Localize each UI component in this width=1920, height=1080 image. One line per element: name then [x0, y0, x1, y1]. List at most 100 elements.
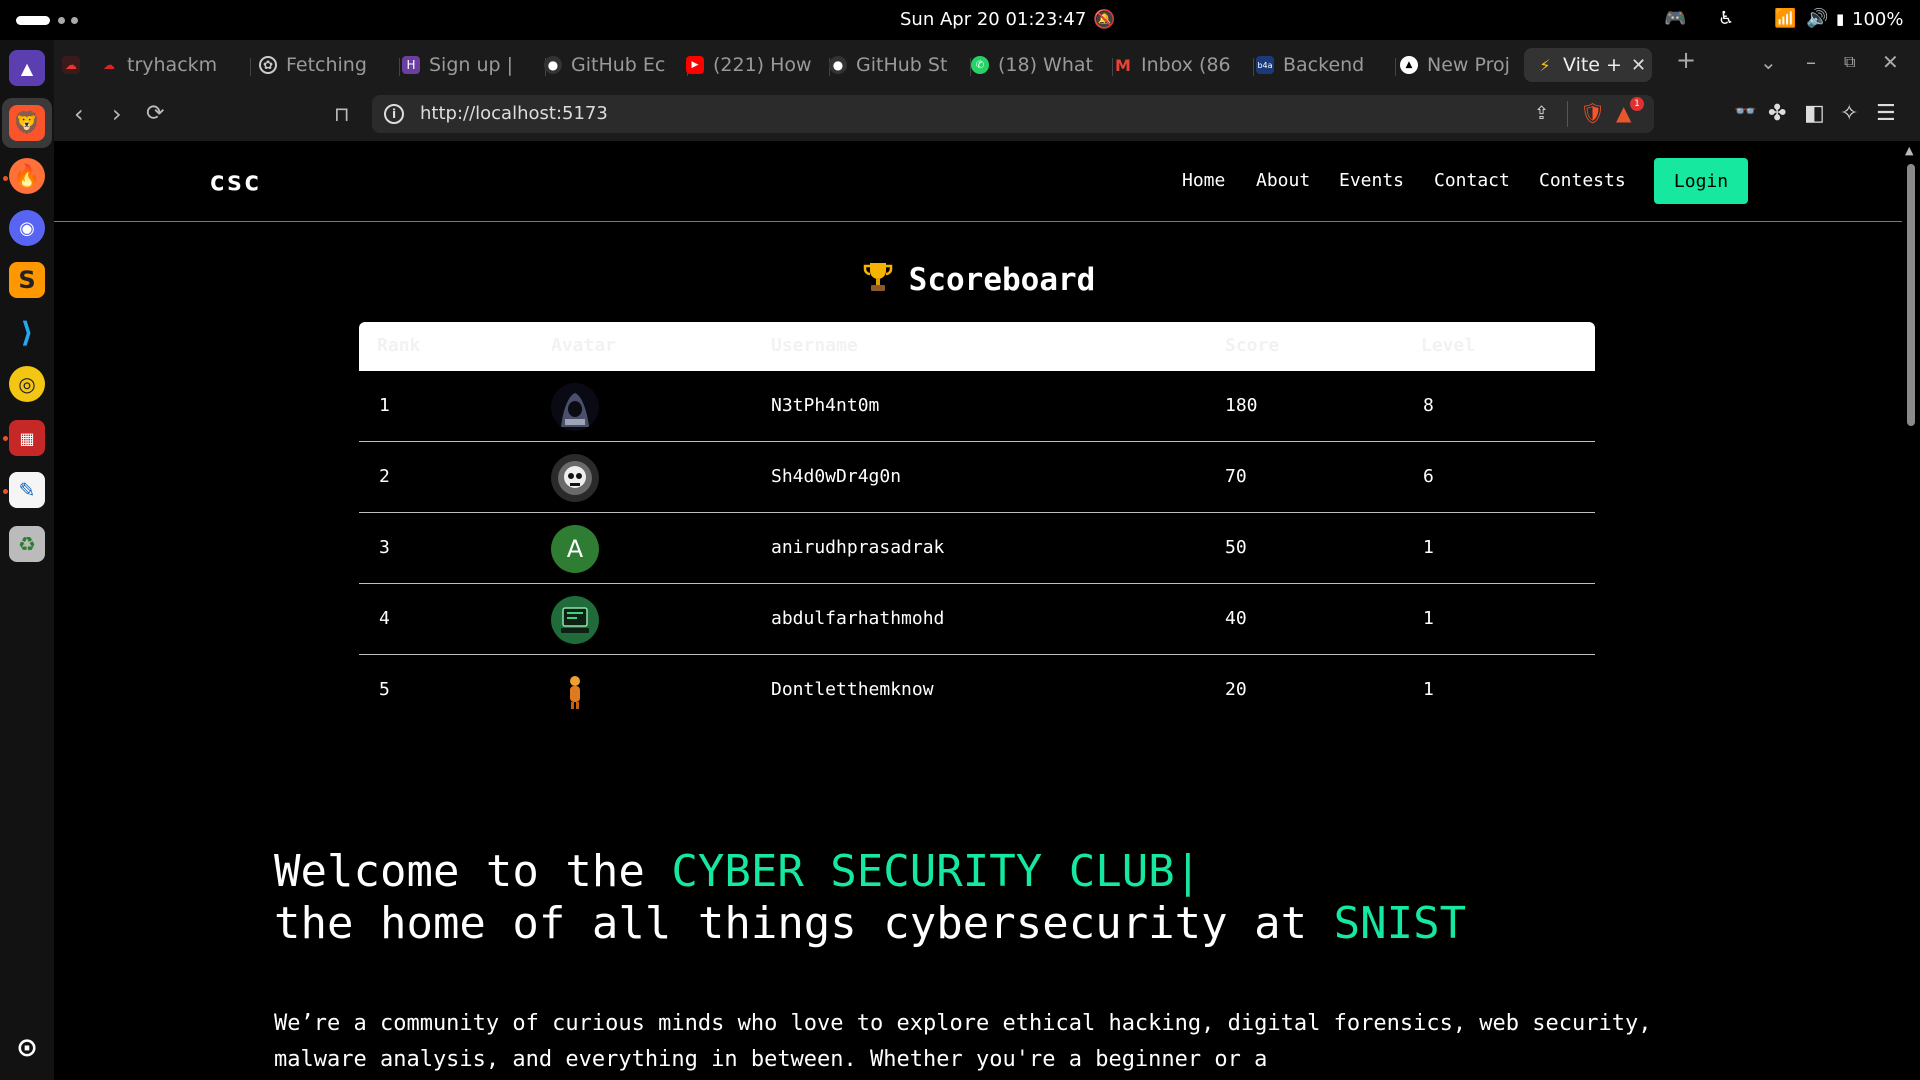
nav-events[interactable]: Events: [1339, 170, 1404, 191]
battery-percent[interactable]: 100%: [1852, 9, 1903, 30]
accessibility-icon[interactable]: ♿: [1718, 8, 1734, 29]
table-row: 4 abdulfarhathmohd 40 1: [359, 584, 1595, 655]
login-button[interactable]: Login: [1654, 158, 1748, 204]
vercel-icon: ▲: [1400, 56, 1418, 74]
tab-gmail[interactable]: M Inbox (86: [1114, 48, 1249, 82]
app-center-icon[interactable]: ▦: [9, 420, 45, 456]
close-tab-icon[interactable]: ✕: [1631, 55, 1646, 76]
vite-icon: ⚡: [1539, 55, 1551, 75]
level-cell: 1: [1423, 537, 1434, 558]
hero-line2-text: the home of all things cybersecurity at: [274, 898, 1334, 949]
table-row: 5 Dontletthemknow 20 1: [359, 655, 1595, 726]
column-header-username[interactable]: Username: [771, 335, 858, 356]
tab-label: Vite +: [1563, 54, 1622, 76]
tab-github-1[interactable]: ● GitHub Ec: [544, 48, 679, 82]
gmail-icon: M: [1115, 55, 1131, 75]
discord-tray-icon[interactable]: 🎮: [1664, 8, 1686, 29]
private-window-icon[interactable]: 👓: [1734, 101, 1756, 122]
tab-chatgpt[interactable]: ✿ Fetching: [259, 48, 389, 82]
browser-tab-strip: ☁ ☁ tryhackm ✿ Fetching H Sign up | ● Gi…: [54, 40, 1920, 88]
tab-whatsapp[interactable]: ✆ (18) What: [971, 48, 1111, 82]
address-bar[interactable]: i http://localhost:5173 ⇪ 🛡 ▲ 1: [372, 95, 1654, 133]
system-clock[interactable]: Sun Apr 20 01:23:47: [900, 9, 1086, 30]
site-logo[interactable]: csc: [209, 166, 261, 197]
running-indicator: [3, 436, 8, 441]
hooded-hacker-avatar: [551, 383, 599, 431]
tab-label: Sign up |: [429, 54, 514, 76]
tab-manager-icon[interactable]: ☁: [62, 48, 90, 82]
whatsapp-icon: ✆: [971, 56, 989, 74]
bookmark-icon[interactable]: ⊓: [334, 102, 350, 126]
rhythmbox-icon[interactable]: ◎: [9, 366, 45, 402]
wifi-icon[interactable]: 📶: [1774, 8, 1796, 29]
leo-ai-icon[interactable]: ✧: [1840, 101, 1858, 126]
discord-icon[interactable]: ◉: [9, 210, 45, 246]
rank-cell: 4: [379, 608, 390, 629]
tab-github-2[interactable]: ● GitHub St: [829, 48, 959, 82]
site-info-icon[interactable]: i: [384, 104, 404, 124]
workspace-dot[interactable]: [58, 17, 65, 24]
rank-cell: 3: [379, 537, 390, 558]
scoreboard-title: Scoreboard: [908, 262, 1096, 298]
running-indicator: [3, 176, 8, 181]
vscode-icon[interactable]: ⟩: [9, 314, 45, 350]
sublime-text-icon[interactable]: S: [9, 262, 45, 298]
tab-tryhackme[interactable]: ☁ tryhackm: [100, 48, 242, 82]
scroll-up-arrow-icon[interactable]: ▲: [1905, 144, 1913, 157]
brave-browser-icon[interactable]: 🦁: [9, 105, 45, 141]
share-icon[interactable]: ⇪: [1534, 103, 1549, 124]
level-cell: 8: [1423, 395, 1434, 416]
page-scrollbar[interactable]: ▲: [1902, 142, 1920, 1080]
brave-shields-icon[interactable]: 🛡: [1580, 101, 1605, 125]
column-header-level[interactable]: Level: [1421, 335, 1475, 356]
score-cell: 50: [1225, 537, 1247, 558]
tab-youtube[interactable]: ▶ (221) How: [686, 48, 821, 82]
openai-icon: ✿: [259, 56, 277, 74]
username-cell: Dontletthemknow: [771, 679, 934, 700]
column-header-rank[interactable]: Rank: [377, 335, 420, 356]
hero-line1-text: Welcome to the: [274, 846, 672, 897]
nav-home[interactable]: Home: [1182, 170, 1225, 191]
tab-backend[interactable]: b4a Backend: [1256, 48, 1391, 82]
restore-window-button[interactable]: ⧉: [1844, 52, 1855, 72]
workspace-dot[interactable]: [71, 17, 78, 24]
computer-avatar: [551, 596, 599, 644]
close-window-button[interactable]: ✕: [1882, 50, 1899, 74]
column-header-avatar[interactable]: Avatar: [551, 335, 616, 356]
minimize-window-button[interactable]: –: [1806, 50, 1816, 74]
volume-icon[interactable]: 🔊: [1806, 8, 1828, 29]
github-icon: ●: [544, 56, 562, 74]
trash-icon[interactable]: ♻: [9, 526, 45, 562]
tab-list-chevron-icon[interactable]: ⌄: [1760, 50, 1777, 74]
tab-vercel[interactable]: ▲ New Proj: [1400, 48, 1540, 82]
url-text[interactable]: http://localhost:5173: [420, 103, 608, 124]
firefox-icon[interactable]: 🔥: [9, 158, 45, 194]
nav-contact[interactable]: Contact: [1434, 170, 1510, 191]
tryhackme-icon: ☁: [103, 58, 115, 72]
table-row: 2 Sh4d0wDr4g0n 70 6: [359, 442, 1595, 513]
score-cell: 180: [1225, 395, 1258, 416]
tab-signup[interactable]: H Sign up |: [402, 48, 537, 82]
username-cell: anirudhprasadrak: [771, 537, 945, 558]
rank-cell: 5: [379, 679, 390, 700]
proton-vpn-icon[interactable]: ▲: [9, 50, 45, 86]
sidebar-icon[interactable]: ◧: [1804, 101, 1825, 126]
menu-icon[interactable]: ☰: [1876, 101, 1896, 126]
new-tab-button[interactable]: +: [1676, 46, 1696, 74]
nav-contests[interactable]: Contests: [1539, 170, 1626, 191]
workspace-indicator[interactable]: [16, 16, 50, 25]
show-apps-icon[interactable]: ⊙: [9, 1030, 45, 1066]
forward-arrow-icon[interactable]: ›: [112, 100, 122, 128]
column-header-score[interactable]: Score: [1225, 335, 1279, 356]
text-editor-icon[interactable]: ✎: [9, 472, 45, 508]
trophy-icon: [863, 263, 892, 291]
score-cell: 40: [1225, 608, 1247, 629]
back-arrow-icon[interactable]: ‹: [74, 100, 84, 128]
nav-about[interactable]: About: [1256, 170, 1310, 191]
scroll-thumb[interactable]: [1907, 164, 1915, 426]
tab-label: GitHub St: [856, 54, 948, 76]
reload-icon[interactable]: ⟳: [146, 101, 164, 126]
tab-label: Backend: [1283, 54, 1365, 76]
extensions-icon[interactable]: ✤: [1768, 101, 1786, 126]
tab-vite-active[interactable]: ⚡ Vite + ✕: [1524, 48, 1652, 82]
